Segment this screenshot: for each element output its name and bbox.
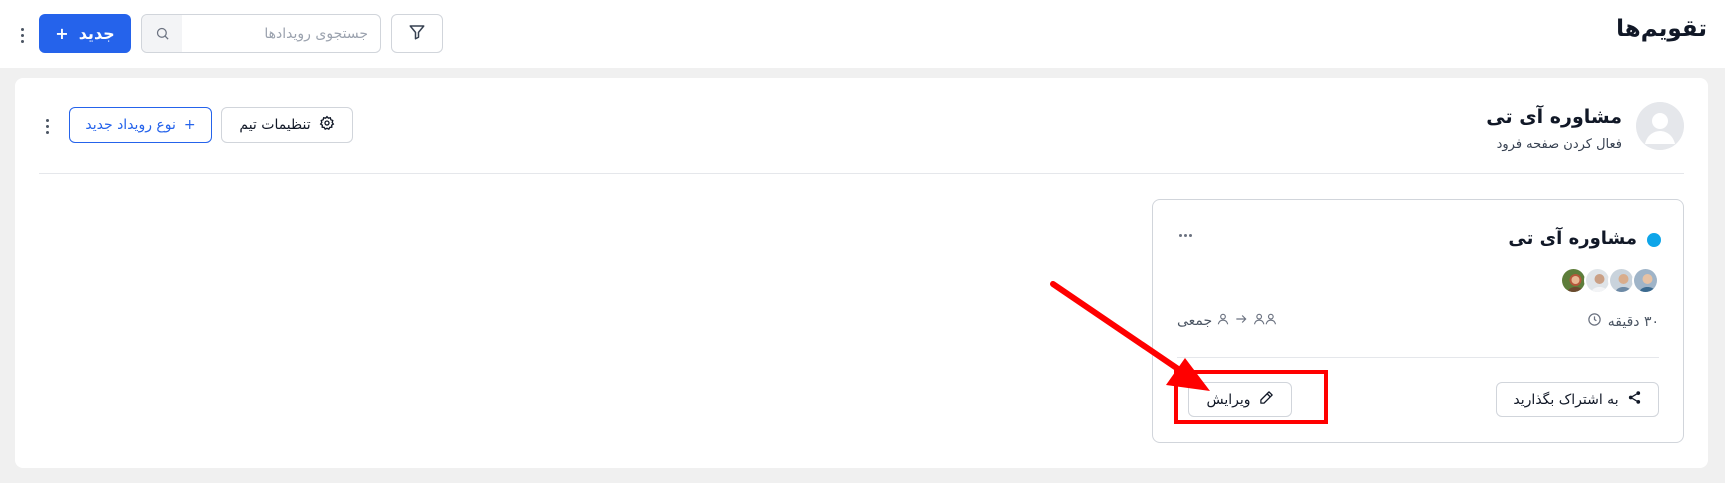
event-card: مشاوره آی تی ۳۰ دقیقه جمعی به اشتراک بگذ… <box>1152 199 1684 443</box>
team-avatar <box>1636 102 1684 150</box>
participant-avatar <box>1608 267 1635 294</box>
horizontal-dots-icon[interactable] <box>1179 234 1192 237</box>
divider <box>1177 357 1659 358</box>
search-input[interactable] <box>182 15 380 52</box>
participant-avatar <box>1632 267 1659 294</box>
users-icon <box>1252 312 1278 330</box>
event-type-info: جمعی <box>1177 312 1278 330</box>
new-event-type-label: نوع رویداد جدید <box>85 117 176 133</box>
team-more-icon[interactable] <box>39 114 55 138</box>
plus-icon: + <box>55 24 69 43</box>
team-card: مشاوره آی تی فعال کردن صفحه فرود + نوع ر… <box>15 78 1708 468</box>
gear-icon <box>319 115 335 135</box>
participant-avatar <box>1584 267 1611 294</box>
edit-button[interactable]: ویرایش <box>1188 382 1292 417</box>
main-area: مشاوره آی تی فعال کردن صفحه فرود + نوع ر… <box>0 68 1725 483</box>
team-subtitle[interactable]: فعال کردن صفحه فرود <box>1497 137 1622 152</box>
search-icon[interactable] <box>142 15 182 52</box>
arrow-right-icon <box>1234 312 1248 330</box>
clock-icon <box>1587 312 1602 331</box>
pencil-icon <box>1259 390 1274 409</box>
plus-icon: + <box>183 117 196 133</box>
top-bar: تقویم‌ها جدید + <box>0 0 1725 68</box>
new-button-label: جدید <box>78 24 115 43</box>
participant-avatar <box>1560 267 1587 294</box>
filter-icon <box>408 23 426 45</box>
team-settings-button[interactable]: تنظیمات تیم <box>221 107 353 143</box>
team-header: مشاوره آی تی فعال کردن صفحه فرود + نوع ر… <box>39 78 1684 174</box>
event-status-dot <box>1647 233 1661 247</box>
page-title: تقویم‌ها <box>1616 16 1707 42</box>
more-options-icon[interactable] <box>14 22 30 48</box>
event-type-label: جمعی <box>1177 313 1213 329</box>
duration-text: ۳۰ دقیقه <box>1607 313 1659 330</box>
share-icon <box>1627 390 1642 409</box>
edit-label: ویرایش <box>1206 391 1251 408</box>
filter-button[interactable] <box>391 14 443 53</box>
share-label: به اشتراک بگذارید <box>1513 391 1619 408</box>
user-icon <box>1216 312 1230 330</box>
team-name: مشاوره آی تی <box>1486 106 1622 128</box>
share-button[interactable]: به اشتراک بگذارید <box>1496 382 1659 417</box>
new-event-type-button[interactable]: + نوع رویداد جدید <box>69 107 212 143</box>
team-settings-label: تنظیمات تیم <box>239 117 311 133</box>
new-button[interactable]: جدید + <box>39 14 131 53</box>
search-box <box>141 14 381 53</box>
participants <box>1560 267 1659 294</box>
event-title: مشاوره آی تی <box>1508 228 1637 249</box>
event-duration: ۳۰ دقیقه <box>1587 312 1659 331</box>
